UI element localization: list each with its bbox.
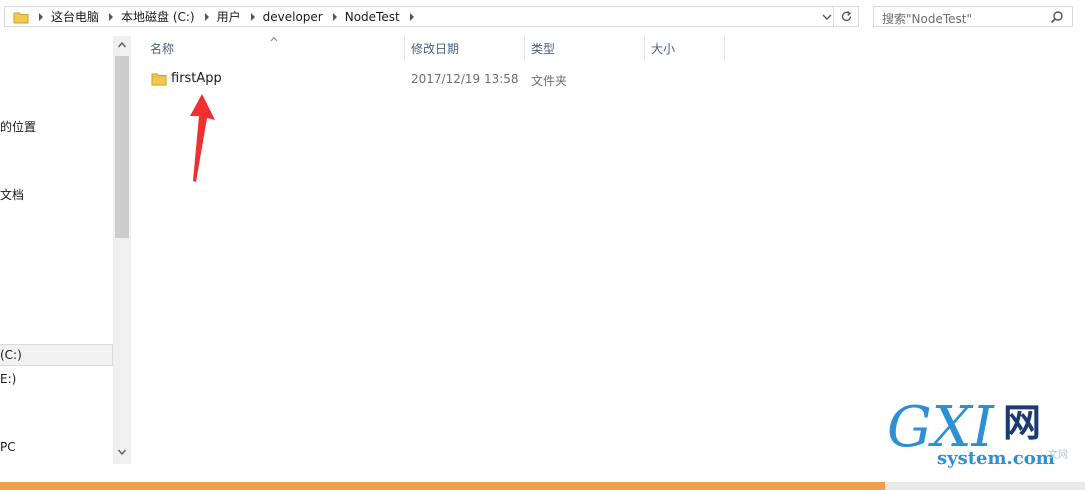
annotation-arrow-icon	[190, 94, 215, 182]
file-type: 文件夹	[531, 74, 568, 88]
search-icon[interactable]	[1050, 10, 1064, 24]
breadcrumb-users[interactable]: 用户	[217, 8, 241, 25]
watermark-site-text: system.com	[937, 448, 1055, 469]
watermark-cn-text: 网	[1003, 401, 1042, 445]
nav-item-pc[interactable]: PC	[0, 440, 16, 454]
watermark-logo: GXI 网 system.com 文网	[885, 398, 1085, 490]
table-row[interactable]: firstApp 2017/12/19 13:58 文件夹	[141, 68, 721, 90]
nav-item-recent-places[interactable]: 的位置	[0, 118, 36, 135]
folder-icon	[151, 73, 167, 86]
address-bar[interactable]: 这台电脑 本地磁盘 (C:) 用户 developer NodeTest	[4, 6, 834, 27]
chevron-up-icon[interactable]	[117, 40, 127, 50]
breadcrumb-nodetest[interactable]: NodeTest	[345, 10, 400, 24]
search-input[interactable]: 搜索"NodeTest"	[873, 6, 1073, 27]
navigation-pane: 的位置 文档 (C:) E:) PC	[0, 36, 131, 482]
scrollbar-thumb[interactable]	[115, 56, 129, 238]
nav-item-documents[interactable]: 文档	[0, 186, 24, 203]
breadcrumb-separator-icon[interactable]	[39, 12, 43, 21]
folder-icon	[13, 12, 29, 23]
column-header-name[interactable]: 名称	[142, 38, 174, 64]
address-row: 这台电脑 本地磁盘 (C:) 用户 developer NodeTest 搜索"…	[0, 0, 1085, 36]
nav-scrollbar[interactable]	[113, 36, 131, 464]
breadcrumb-this-pc[interactable]: 这台电脑	[51, 8, 99, 25]
refresh-button[interactable]	[835, 6, 859, 27]
watermark-small-text: 文网	[1048, 450, 1068, 461]
sort-ascending-icon	[270, 36, 278, 42]
bottom-strip	[0, 482, 885, 490]
search-placeholder: 搜索"NodeTest"	[882, 12, 972, 26]
breadcrumb-separator-icon[interactable]	[109, 12, 114, 21]
breadcrumb-local-disk[interactable]: 本地磁盘 (C:)	[121, 8, 195, 25]
chevron-down-icon[interactable]	[117, 447, 127, 457]
nav-item-local-disk-c[interactable]: (C:)	[0, 348, 22, 362]
column-header-type[interactable]: 类型	[523, 38, 555, 64]
refresh-icon	[841, 10, 852, 22]
breadcrumb-developer[interactable]: developer	[263, 10, 323, 24]
column-header-modified[interactable]: 修改日期	[403, 38, 459, 64]
column-divider[interactable]	[724, 36, 725, 60]
nav-item-drive-e[interactable]: E:)	[0, 372, 16, 386]
breadcrumb-separator-icon[interactable]	[250, 12, 255, 21]
breadcrumb-separator-icon[interactable]	[204, 12, 209, 21]
breadcrumb-separator-icon[interactable]	[409, 12, 414, 21]
chevron-down-icon[interactable]	[822, 12, 832, 22]
file-modified: 2017/12/19 13:58	[411, 72, 519, 86]
column-header-size[interactable]: 大小	[643, 38, 675, 64]
file-name[interactable]: firstApp	[171, 71, 222, 86]
breadcrumb-separator-icon[interactable]	[332, 12, 337, 21]
